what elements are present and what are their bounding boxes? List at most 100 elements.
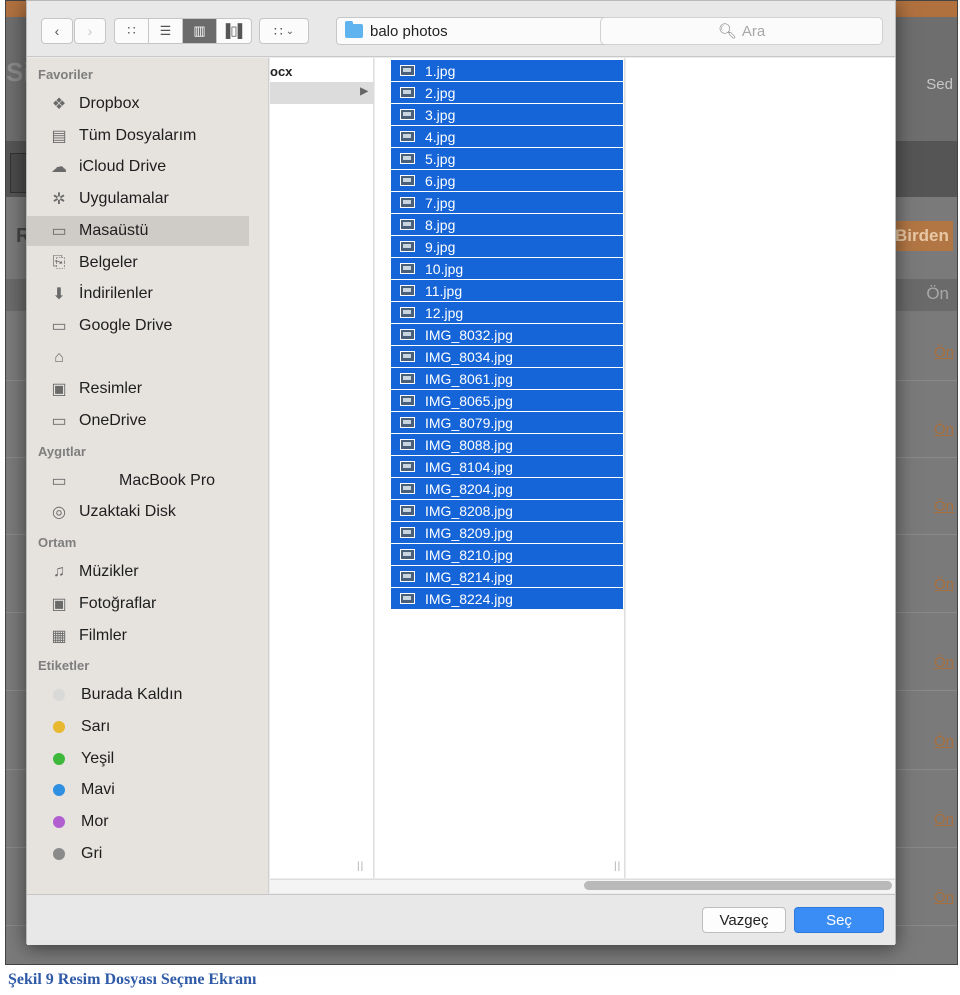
- file-name: 7.jpg: [425, 194, 456, 211]
- sidebar-item[interactable]: ☁ iCloud Drive: [27, 152, 249, 182]
- back-button[interactable]: ‹: [41, 18, 73, 44]
- list-view-button[interactable]: ☰: [149, 19, 183, 43]
- file-list-item[interactable]: 12.jpg: [391, 302, 623, 323]
- sidebar-item[interactable]: Yeşil: [27, 744, 249, 774]
- background-on-link: Ön: [933, 576, 954, 593]
- sidebar-item[interactable]: Sarı: [27, 712, 249, 742]
- file-list-item[interactable]: 7.jpg: [391, 192, 623, 213]
- home-icon: ⌂: [54, 348, 64, 366]
- file-name: 4.jpg: [425, 128, 456, 145]
- file-list-item[interactable]: IMG_8065.jpg: [391, 390, 623, 411]
- file-list-item[interactable]: 4.jpg: [391, 126, 623, 147]
- arrange-grid-icon: ∷: [273, 22, 283, 39]
- sidebar-item[interactable]: ▦ Filmler: [27, 621, 249, 651]
- background-on-link: Ön: [933, 344, 954, 361]
- laptop-icon: ▭: [51, 472, 67, 490]
- file-open-dialog: ‹ › ∷ ☰ ▥ ▐▯▌ ∷ ⌄ balo photos ⌃⌄: [26, 0, 896, 945]
- background-on-link: Ön: [933, 654, 954, 671]
- sidebar-item[interactable]: ▣ Fotoğraflar: [27, 589, 249, 619]
- search-placeholder: Ara: [741, 22, 766, 40]
- forward-button[interactable]: ›: [74, 18, 106, 44]
- cancel-button[interactable]: Vazgeç: [702, 907, 786, 933]
- sidebar-item-label: Mor: [81, 813, 109, 830]
- column-item[interactable]: ▶: [270, 82, 374, 104]
- file-list-item[interactable]: IMG_8088.jpg: [391, 434, 623, 455]
- applications-icon: ✲: [52, 191, 66, 209]
- file-list-item[interactable]: IMG_8208.jpg: [391, 500, 623, 521]
- sidebar-item-label: Uzaktaki Disk: [79, 503, 176, 521]
- sidebar-item[interactable]: ⬇ İndirilenler: [27, 279, 249, 309]
- sidebar-item[interactable]: ⎘ Belgeler: [27, 248, 249, 278]
- arrange-button[interactable]: ∷ ⌄: [259, 18, 309, 44]
- background-birden-button: Birden: [893, 221, 953, 251]
- file-list-item[interactable]: 6.jpg: [391, 170, 623, 191]
- sidebar-item[interactable]: ✲ Uygulamalar: [27, 184, 249, 214]
- file-list-item[interactable]: IMG_8209.jpg: [391, 522, 623, 543]
- file-list-item[interactable]: 8.jpg: [391, 214, 623, 235]
- file-list-item[interactable]: 1.jpg: [391, 60, 623, 81]
- file-list-item[interactable]: IMG_8224.jpg: [391, 588, 623, 609]
- dialog-toolbar: ‹ › ∷ ☰ ▥ ▐▯▌ ∷ ⌄ balo photos ⌃⌄: [27, 1, 895, 57]
- file-list-item[interactable]: IMG_8034.jpg: [391, 346, 623, 367]
- path-popup[interactable]: balo photos ⌃⌄: [336, 17, 617, 45]
- camera-icon: ▣: [51, 381, 67, 399]
- icon-view-button[interactable]: ∷: [115, 19, 149, 43]
- file-list-item[interactable]: 5.jpg: [391, 148, 623, 169]
- file-list-item[interactable]: IMG_8214.jpg: [391, 566, 623, 587]
- horizontal-scrollbar[interactable]: [584, 881, 892, 890]
- dropbox-icon: ❖: [51, 96, 67, 113]
- sidebar-item[interactable]: ♫ Müzikler: [27, 557, 249, 587]
- image-thumbnail-icon: [400, 109, 415, 120]
- column-item-label: ocx: [270, 63, 293, 79]
- column-view-button[interactable]: ▥: [183, 19, 217, 43]
- file-list-item[interactable]: 3.jpg: [391, 104, 623, 125]
- image-thumbnail-icon: [400, 483, 415, 494]
- sidebar-item[interactable]: ▣ Resimler: [27, 374, 249, 404]
- sidebar-item[interactable]: ▭ Google Drive: [27, 311, 249, 341]
- sidebar-item[interactable]: Gri: [27, 839, 249, 869]
- columns-icon: ▥: [193, 23, 206, 38]
- column-resize-handle[interactable]: ||: [614, 861, 621, 872]
- image-thumbnail-icon: [400, 593, 415, 604]
- sidebar-item[interactable]: ❖ Dropbox: [27, 89, 249, 119]
- sidebar-item-label: Sarı: [81, 717, 111, 735]
- list-icon: ☰: [159, 23, 172, 38]
- sidebar-item-label: Belgeler: [79, 253, 138, 271]
- sidebar-item[interactable]: ▤ Tüm Dosyalarım: [27, 121, 249, 151]
- sidebar-section-heading: Ortam: [38, 535, 77, 551]
- background-on-header: Ön: [926, 284, 949, 303]
- coverflow-view-button[interactable]: ▐▯▌: [217, 19, 251, 43]
- file-list-item[interactable]: IMG_8210.jpg: [391, 544, 623, 565]
- sidebar-item[interactable]: ▭ OneDrive: [27, 406, 249, 436]
- sidebar-item[interactable]: ◎ Uzaktaki Disk: [27, 497, 249, 527]
- sidebar-item-label: Gri: [81, 844, 103, 862]
- sidebar-item[interactable]: ▭ Masaüstü: [27, 215, 249, 246]
- file-list-item[interactable]: IMG_8061.jpg: [391, 368, 623, 389]
- select-button[interactable]: Seç: [794, 907, 884, 933]
- file-list-item[interactable]: IMG_8204.jpg: [391, 478, 623, 499]
- file-list-item[interactable]: 9.jpg: [391, 236, 623, 257]
- file-name: IMG_8032.jpg: [425, 326, 513, 343]
- file-list-item[interactable]: 10.jpg: [391, 258, 623, 279]
- file-name: 6.jpg: [425, 172, 456, 189]
- sidebar-section-heading: Etiketler: [38, 658, 90, 674]
- sidebar-item[interactable]: Mavi: [27, 775, 249, 805]
- file-list-item[interactable]: IMG_8079.jpg: [391, 412, 623, 433]
- sidebar-item[interactable]: ▭ MacBook Pro: [27, 466, 249, 496]
- background-on-link: Ön: [933, 811, 954, 828]
- sidebar-item-label: Müzikler: [79, 563, 139, 581]
- file-list-item[interactable]: 2.jpg: [391, 82, 623, 103]
- icon-grid-icon: ∷: [127, 23, 136, 38]
- file-list-item[interactable]: IMG_8032.jpg: [391, 324, 623, 345]
- column-item[interactable]: ocx: [270, 60, 374, 82]
- sidebar-item[interactable]: ⌂: [27, 343, 249, 373]
- column-resize-handle[interactable]: ||: [357, 861, 364, 872]
- search-field[interactable]: 🔍︎ Ara: [600, 17, 883, 45]
- image-thumbnail-icon: [400, 329, 415, 340]
- sidebar-item[interactable]: Mor: [27, 807, 249, 837]
- image-thumbnail-icon: [400, 527, 415, 538]
- file-list-item[interactable]: IMG_8104.jpg: [391, 456, 623, 477]
- file-list-item[interactable]: 11.jpg: [391, 280, 623, 301]
- sidebar-item[interactable]: Burada Kaldın: [27, 680, 249, 710]
- disc-icon: ◎: [52, 504, 66, 522]
